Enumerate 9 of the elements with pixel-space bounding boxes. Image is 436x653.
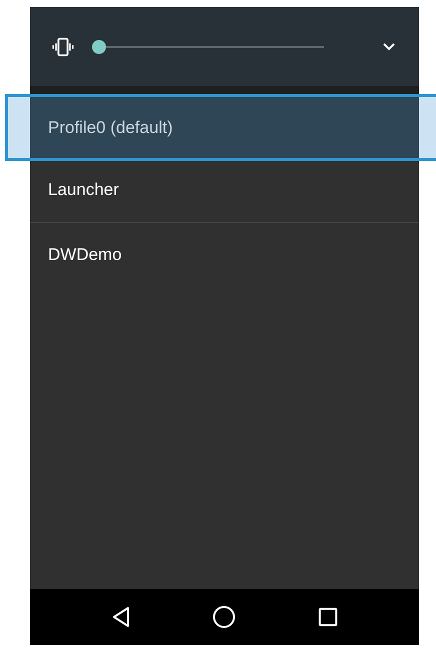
profile-item[interactable]: Launcher [30,158,419,222]
vibrate-icon[interactable] [52,36,74,58]
home-icon[interactable] [212,605,236,629]
back-icon[interactable] [110,606,131,628]
volume-slider[interactable] [92,40,324,54]
recents-icon[interactable] [318,607,338,627]
selected-profile-item[interactable]: Profile0 (default) [30,97,419,158]
chevron-down-icon[interactable] [383,42,395,50]
profile-item[interactable]: DWDemo [30,222,419,286]
